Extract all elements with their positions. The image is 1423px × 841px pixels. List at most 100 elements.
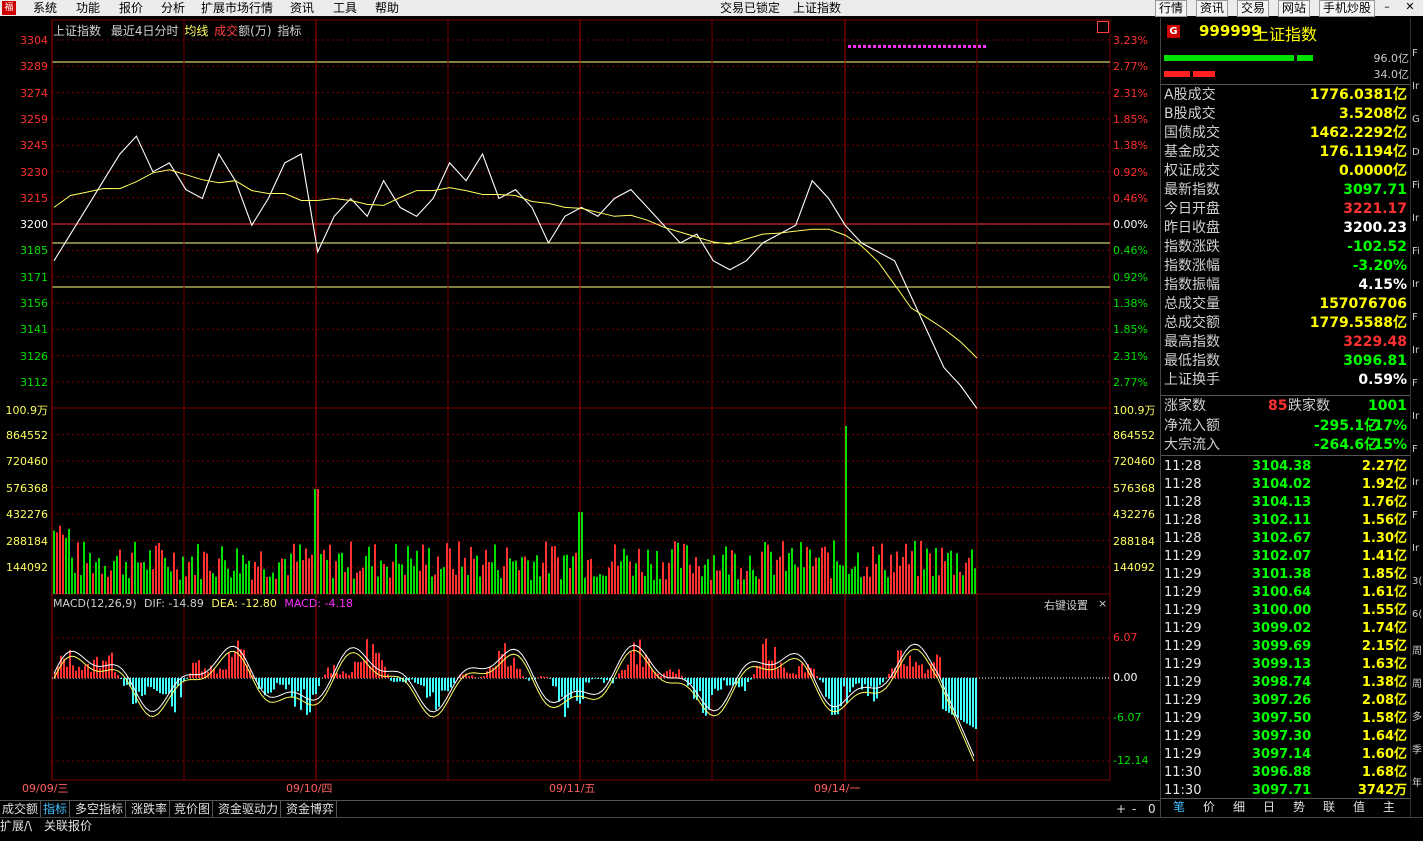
macd-close-icon[interactable]: × — [1098, 597, 1107, 610]
macd-bar-up — [201, 671, 203, 678]
tab-capital-drive[interactable]: 资金驱动力 — [216, 801, 282, 817]
tab-auction[interactable]: 竞价图 — [172, 801, 214, 817]
side-tool-button[interactable]: Ir — [1412, 279, 1419, 290]
side-tool-button[interactable]: 3( — [1412, 576, 1422, 587]
tick-amount: 1.76亿 — [1361, 495, 1407, 510]
tab-capital-game[interactable]: 资金博弈 — [284, 801, 338, 817]
close-icon[interactable]: ✕ — [1400, 0, 1420, 15]
macd-bar-down — [570, 678, 572, 699]
macd-bar-down — [837, 678, 839, 715]
side-tool-button[interactable]: 周 — [1412, 642, 1422, 657]
stat-value: 3097.71 — [1343, 182, 1407, 198]
stat-value: 3096.81 — [1343, 353, 1407, 369]
side-tool-button[interactable]: F — [1412, 312, 1418, 323]
side-tool-button[interactable]: G — [1412, 114, 1420, 125]
top-button-mobile[interactable]: 手机炒股 — [1319, 0, 1376, 17]
menu-item-quote[interactable]: 报价 — [119, 0, 143, 16]
panel-tab[interactable]: 主 — [1383, 799, 1395, 815]
panel-tab[interactable]: 笔 — [1173, 799, 1185, 815]
side-tool-button[interactable]: Ir — [1412, 543, 1419, 554]
side-tool-button[interactable]: Ir — [1412, 411, 1419, 422]
side-tool-button[interactable]: 周 — [1412, 675, 1422, 690]
menu-item-tools[interactable]: 工具 — [333, 0, 357, 16]
top-button-website[interactable]: 网站 — [1278, 0, 1311, 17]
volume-bar — [797, 567, 799, 594]
side-tool-button[interactable]: Ir — [1412, 213, 1419, 224]
menu-item-help[interactable]: 帮助 — [375, 0, 399, 16]
menu-item-analysis[interactable]: 分析 — [161, 0, 185, 16]
macd-bar-up — [81, 669, 83, 678]
tick-time: 11:29 — [1164, 621, 1202, 636]
macd-bar-up — [756, 665, 758, 678]
menu-item-system[interactable]: 系统 — [33, 0, 57, 16]
macd-bar-up — [636, 664, 638, 678]
left-axis-tick: 3304 — [20, 34, 48, 47]
menu-item-news[interactable]: 资讯 — [290, 0, 314, 16]
panel-tab[interactable]: 价 — [1203, 799, 1215, 815]
minimize-icon[interactable]: – — [1377, 0, 1397, 15]
tab-long-short[interactable]: 多空指标 — [73, 801, 127, 817]
volume-bar — [902, 556, 904, 594]
side-tool-button[interactable]: Fi — [1412, 246, 1420, 257]
volume-bar — [620, 561, 622, 594]
tick-amount: 2.15亿 — [1361, 639, 1407, 654]
side-tool-button[interactable]: F — [1412, 378, 1418, 389]
side-tool-button[interactable]: F — [1412, 444, 1418, 455]
volume-bar — [935, 548, 937, 594]
macd-bar-down — [858, 678, 860, 684]
macd-bar-up — [228, 653, 230, 678]
macd-name: MACD(12,26,9) — [53, 597, 137, 610]
macd-bar-up — [540, 676, 542, 678]
chart-close-icon[interactable] — [1097, 21, 1109, 33]
panel-tab[interactable]: 日 — [1263, 799, 1275, 815]
top-button-trade[interactable]: 交易 — [1237, 0, 1270, 17]
tick-amount: 1.74亿 — [1361, 621, 1407, 636]
volume-bar — [431, 576, 433, 594]
macd-bar-down — [150, 678, 152, 688]
macd-settings-link[interactable]: 右键设置 — [1044, 597, 1088, 613]
side-tool-button[interactable]: Ir — [1412, 81, 1419, 92]
menu-item-ext-market[interactable]: 扩展市场行情 — [201, 0, 273, 16]
tick-price: 3097.30 — [1252, 729, 1312, 744]
intraday-chart[interactable] — [0, 18, 1160, 800]
macd-bar-down — [597, 678, 599, 679]
side-tool-button[interactable]: Ir — [1412, 477, 1419, 488]
macd-bar-down — [309, 678, 311, 713]
panel-tab[interactable]: 势 — [1293, 799, 1305, 815]
side-tool-button[interactable]: F — [1412, 48, 1418, 59]
side-tool-button[interactable]: 6( — [1412, 609, 1422, 620]
top-button-news[interactable]: 资讯 — [1196, 0, 1229, 17]
tab-extend[interactable]: 扩展/\ — [0, 818, 32, 834]
macd-bar-down — [423, 678, 425, 687]
volume-bar — [557, 557, 559, 594]
volume-bar — [56, 532, 58, 594]
tick-time: 11:28 — [1164, 513, 1202, 528]
side-tool-button[interactable]: Ir — [1412, 345, 1419, 356]
zoom-out-button[interactable]: - — [1130, 801, 1138, 817]
macd-bar-up — [921, 664, 923, 678]
panel-tab[interactable]: 值 — [1353, 799, 1365, 815]
side-tool-button[interactable]: 年 — [1412, 774, 1422, 789]
tab-rise-fall-rate[interactable]: 涨跌率 — [129, 801, 171, 817]
side-tool-button[interactable]: D — [1412, 147, 1420, 158]
side-tool-button[interactable]: Fi — [1412, 180, 1420, 191]
macd-bar-down — [273, 678, 275, 690]
macd-bar-down — [120, 678, 122, 679]
tab-related-quote[interactable]: 关联报价 — [44, 818, 92, 834]
top-button-market[interactable]: 行情 — [1155, 0, 1188, 17]
tab-turnover[interactable]: 成交额 — [0, 801, 42, 817]
side-tool-button[interactable]: 多 — [1412, 708, 1422, 723]
macd-bar-up — [342, 671, 344, 678]
volume-bar — [383, 563, 385, 594]
panel-tab[interactable]: 细 — [1233, 799, 1245, 815]
menu-item-function[interactable]: 功能 — [76, 0, 100, 16]
macd-bar-down — [168, 678, 170, 694]
side-tool-button[interactable]: F — [1412, 510, 1418, 521]
reset-button[interactable]: 0 — [1146, 801, 1158, 817]
tick-row: 11:29 3099.02 1.74亿 — [1164, 620, 1409, 638]
zoom-in-button[interactable]: + — [1114, 801, 1128, 817]
volume-bar — [53, 530, 55, 594]
side-tool-button[interactable]: 季 — [1412, 741, 1422, 756]
panel-tab[interactable]: 联 — [1323, 799, 1335, 815]
tab-indicator[interactable]: 指标 — [41, 801, 71, 817]
